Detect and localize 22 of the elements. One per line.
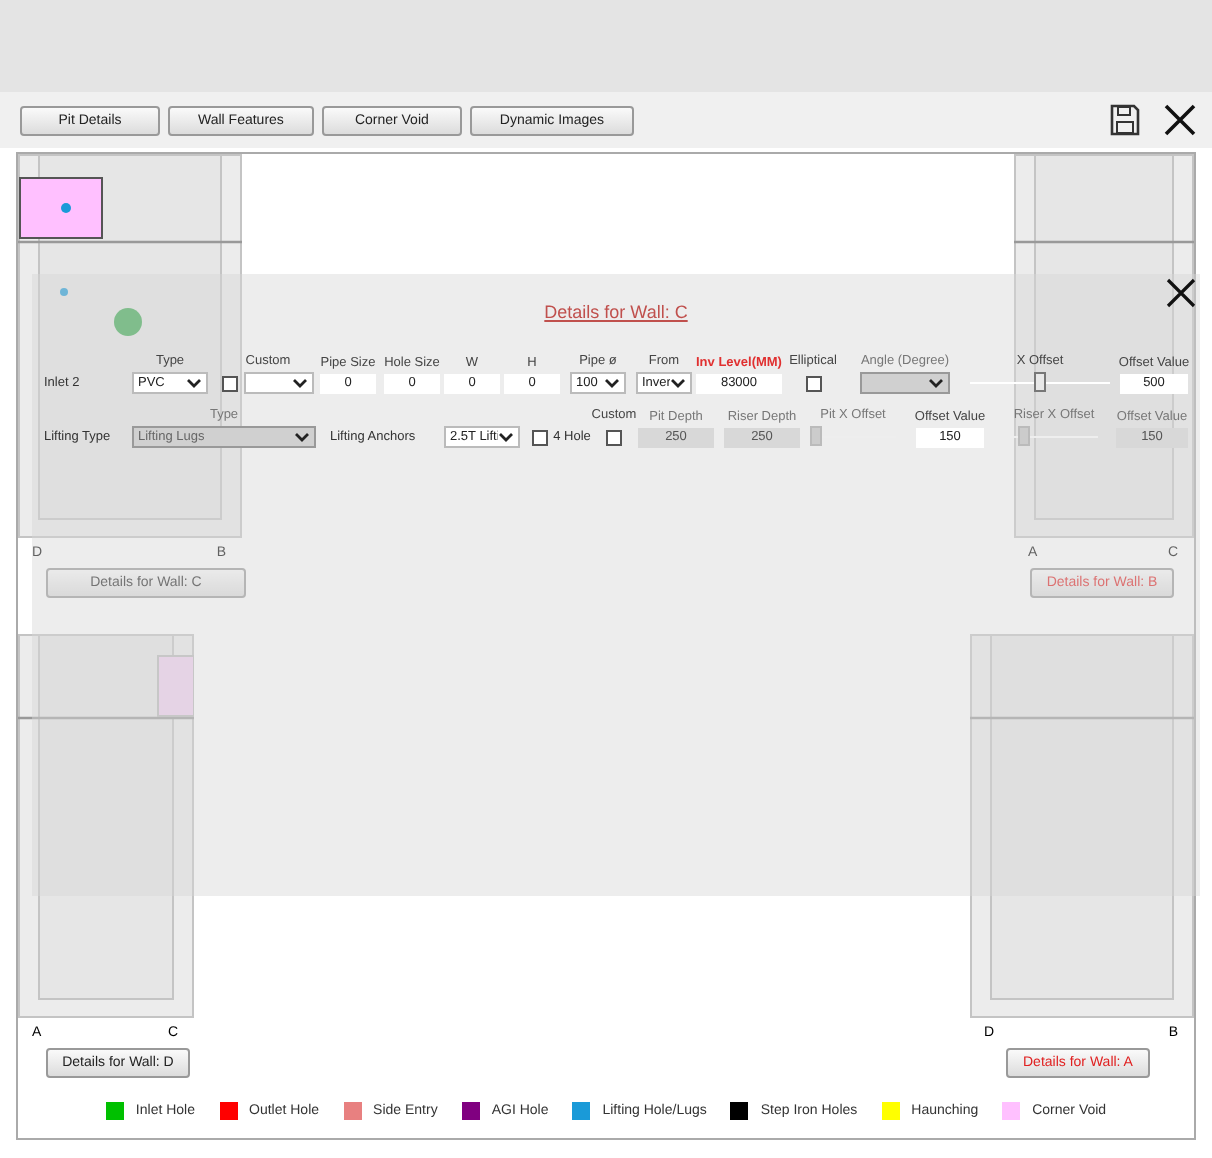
chevron-down-icon bbox=[292, 378, 308, 388]
chevron-down-icon bbox=[670, 378, 686, 388]
inlet-hole-marker bbox=[114, 308, 142, 336]
checkbox[interactable] bbox=[606, 429, 622, 445]
slider-thumb[interactable] bbox=[1034, 372, 1046, 392]
checkbox[interactable] bbox=[531, 429, 548, 445]
lifting-hole-marker bbox=[60, 288, 68, 296]
slider[interactable] bbox=[970, 372, 1110, 394]
chevron-down-icon bbox=[294, 432, 310, 442]
chevron-down-icon bbox=[186, 378, 202, 388]
chevron-down-icon bbox=[928, 378, 944, 388]
corner-void-marker bbox=[157, 655, 194, 717]
dropdown[interactable] bbox=[244, 372, 314, 394]
checkbox[interactable] bbox=[805, 375, 821, 391]
lifting-hole-marker bbox=[61, 203, 71, 213]
close-icon[interactable] bbox=[1164, 104, 1196, 136]
save-icon[interactable] bbox=[1110, 104, 1140, 136]
chevron-down-icon bbox=[498, 432, 514, 442]
close-icon[interactable] bbox=[1166, 278, 1196, 308]
corner-void-marker bbox=[19, 177, 103, 239]
chevron-down-icon bbox=[604, 378, 620, 388]
dialog-title[interactable]: Details for Wall: C bbox=[544, 302, 688, 352]
